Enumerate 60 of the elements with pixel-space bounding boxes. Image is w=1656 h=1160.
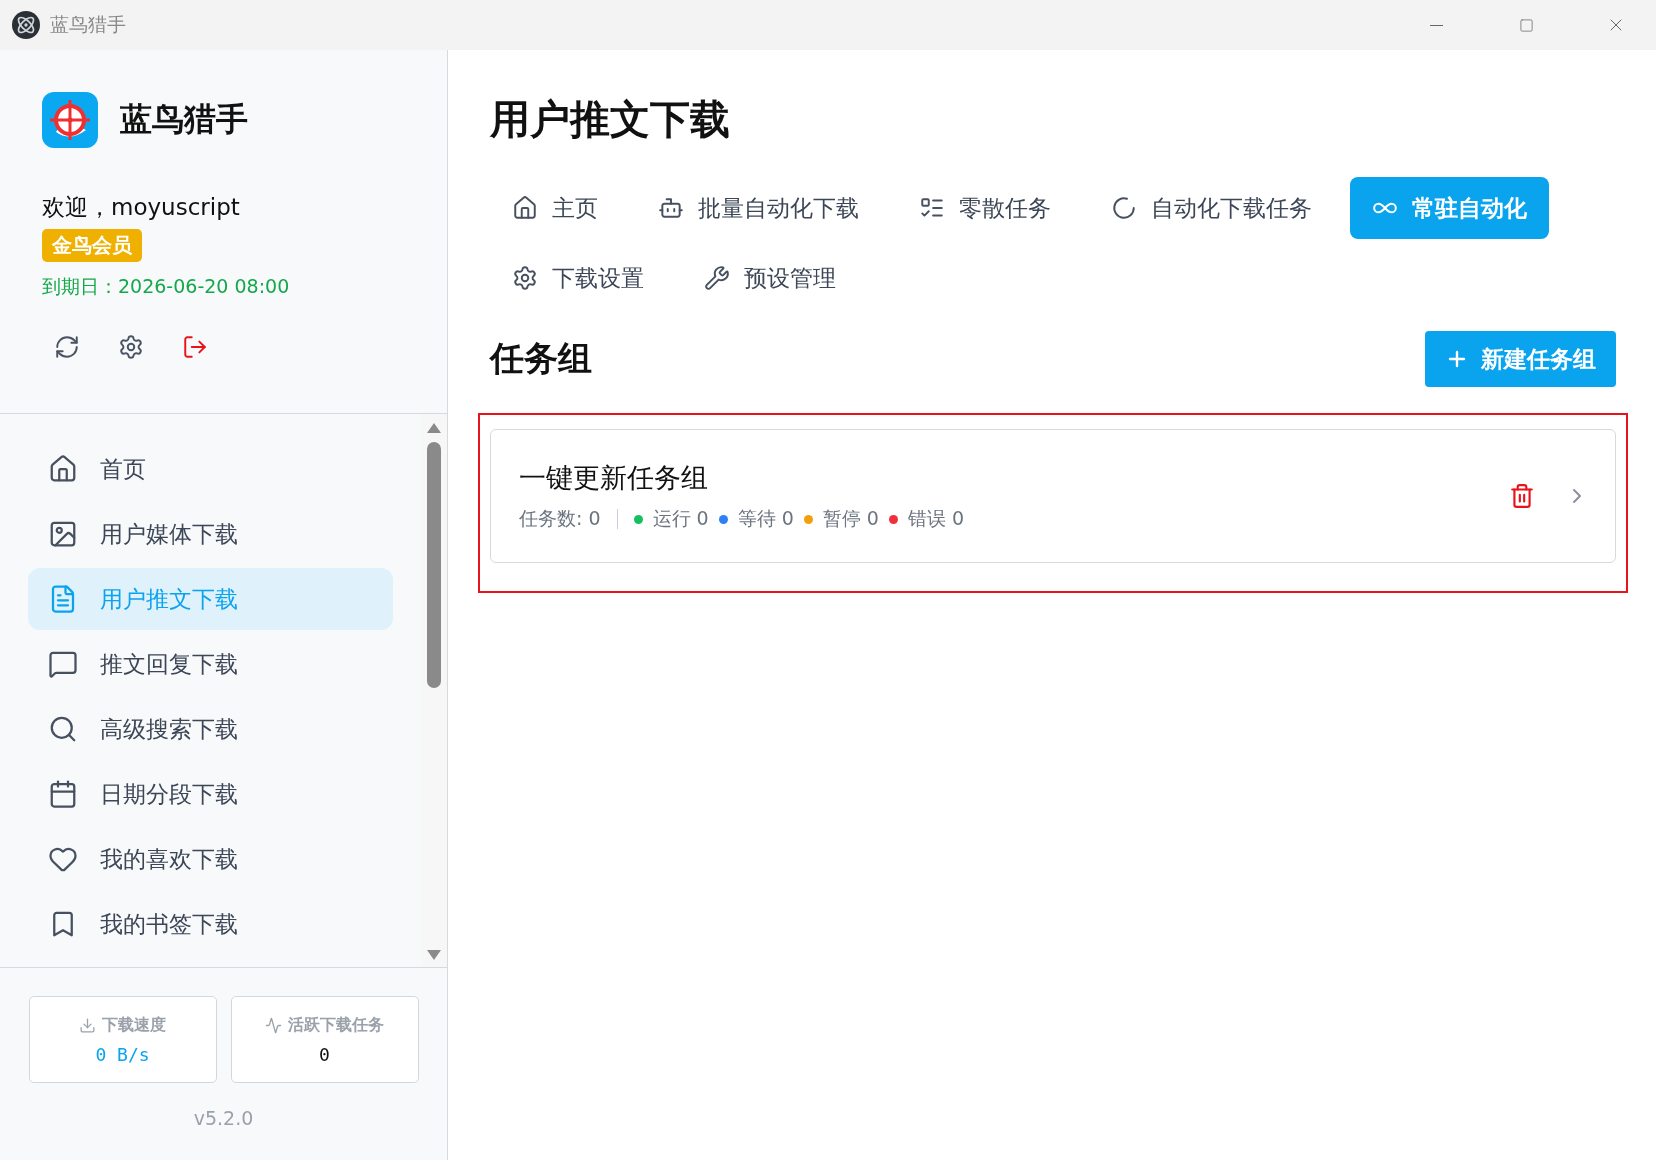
logout-icon xyxy=(182,334,208,360)
sidebar-item[interactable]: 高级搜索下载 xyxy=(28,698,393,760)
refresh-button[interactable] xyxy=(54,334,80,360)
app-icon xyxy=(12,11,40,39)
group-name: 一键更新任务组 xyxy=(519,461,709,495)
sidebar-item[interactable]: 首页 xyxy=(28,438,393,500)
tab[interactable]: 零散任务 xyxy=(897,177,1073,239)
scrollbar-thumb[interactable] xyxy=(427,442,441,688)
section-title: 任务组 xyxy=(490,337,592,380)
tab[interactable]: 自动化下载任务 xyxy=(1089,177,1334,239)
trash-icon xyxy=(1509,483,1535,509)
logout-button[interactable] xyxy=(182,334,208,360)
sidebar-item[interactable]: 我的书签下载 xyxy=(28,893,393,955)
expiry-date: 到期日：2026-06-20 08:00 xyxy=(42,274,291,299)
version-text: v5.2.0 xyxy=(193,1107,254,1129)
download-icon xyxy=(79,1016,96,1034)
tab[interactable]: 主页 xyxy=(490,177,620,239)
page-title: 用户推文下载 xyxy=(490,95,731,144)
home-icon xyxy=(48,454,78,484)
logo-icon xyxy=(42,92,98,148)
status-count: 错误 0 xyxy=(907,506,965,531)
spinner-icon xyxy=(1111,195,1137,221)
wrench-icon xyxy=(704,265,730,291)
stat-label: 下载速度 xyxy=(102,1014,166,1036)
task-count: 任务数: 0 xyxy=(519,506,601,531)
scrollbar[interactable] xyxy=(421,414,447,967)
chat-bubble-icon xyxy=(48,649,78,679)
calendar-icon xyxy=(48,779,78,809)
sidebar-item[interactable]: 推文回复下载 xyxy=(28,633,393,695)
sidebar-item[interactable]: 用户媒体下载 xyxy=(28,503,393,565)
status-count: 运行 0 xyxy=(652,506,709,531)
sidebar-item[interactable]: 日期分段下载 xyxy=(28,763,393,825)
settings-icon xyxy=(512,265,538,291)
home-icon xyxy=(512,195,538,221)
sidebar-item[interactable]: 我的喜欢下载 xyxy=(28,828,393,890)
stat-value: 0 xyxy=(319,1043,330,1065)
stat-label: 活跃下载任务 xyxy=(288,1014,384,1036)
robot-icon xyxy=(658,195,684,221)
tab[interactable]: 批量自动化下载 xyxy=(636,177,881,239)
membership-badge: 金鸟会员 xyxy=(42,229,142,262)
refresh-icon xyxy=(54,334,80,360)
scroll-down-icon[interactable] xyxy=(426,949,442,961)
settings-button[interactable] xyxy=(118,334,144,360)
search-icon xyxy=(48,714,78,744)
status-count: 等待 0 xyxy=(737,506,794,531)
tab[interactable]: 预设管理 xyxy=(682,247,858,309)
status-count: 暂停 0 xyxy=(822,506,879,531)
pulse-icon xyxy=(265,1016,282,1034)
app-name: 蓝鸟猎手 xyxy=(120,99,248,140)
minimize-icon xyxy=(1429,24,1443,26)
maximize-icon xyxy=(1518,17,1534,33)
settings-icon xyxy=(118,334,144,360)
task-group-card[interactable]: 一键更新任务组 任务数: 0 运行 0 等待 0 暂停 0 错误 0 xyxy=(490,429,1616,563)
welcome-text: 欢迎，moyuscript xyxy=(42,193,241,222)
window-title: 蓝鸟猎手 xyxy=(50,12,127,37)
delete-button[interactable] xyxy=(1509,483,1535,509)
tab[interactable]: 下载设置 xyxy=(490,247,666,309)
scroll-up-icon[interactable] xyxy=(426,422,442,434)
stat-value: 0 B/s xyxy=(95,1043,150,1065)
image-icon xyxy=(48,519,78,549)
